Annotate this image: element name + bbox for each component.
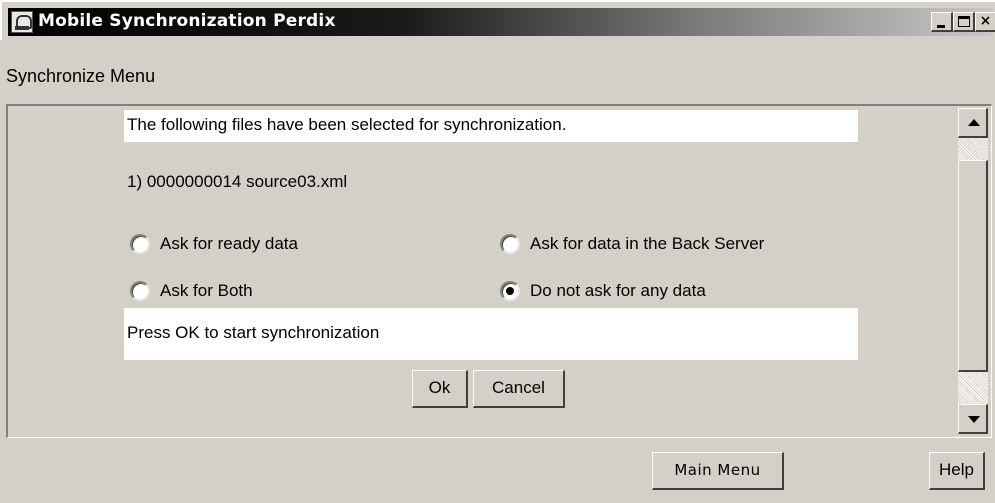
radio-do-not-ask[interactable]: Do not ask for any data [500, 281, 706, 301]
selected-files-header: The following files have been selected f… [124, 110, 858, 142]
maximize-icon [958, 16, 970, 27]
close-icon: × [979, 13, 992, 29]
title-bar[interactable]: Mobile Synchronization Perdix × [0, 0, 995, 40]
main-menu-button[interactable]: Main Menu [652, 452, 784, 490]
start-prompt: Press OK to start synchronization [124, 308, 858, 360]
file-list-item: 1) 0000000014 source03.xml [127, 172, 348, 191]
cancel-button[interactable]: Cancel [473, 370, 565, 408]
arrow-down-icon [968, 416, 980, 423]
scroll-down-button[interactable] [958, 404, 988, 434]
help-button[interactable]: Help [929, 452, 985, 490]
ok-button[interactable]: Ok [412, 370, 468, 408]
title-bar-gradient: Mobile Synchronization Perdix × [8, 8, 995, 36]
maximize-button[interactable] [953, 12, 975, 32]
radio-label: Ask for ready data [160, 234, 298, 253]
radio-button[interactable] [130, 281, 150, 301]
scroll-up-button[interactable] [958, 108, 988, 138]
radio-button-checked[interactable] [500, 281, 520, 301]
radio-ask-both[interactable]: Ask for Both [130, 281, 253, 301]
radio-ask-ready-data[interactable]: Ask for ready data [130, 234, 298, 254]
perdix-app-icon[interactable] [11, 11, 33, 33]
radio-label: Ask for data in the Back Server [530, 234, 765, 253]
close-button[interactable]: × [975, 12, 995, 32]
radio-label: Ask for Both [160, 281, 253, 300]
menu-label: Synchronize Menu [6, 66, 156, 86]
minimize-icon [937, 25, 945, 28]
vertical-scrollbar[interactable] [958, 108, 988, 434]
window-title: Mobile Synchronization Perdix [38, 11, 336, 31]
scroll-thumb[interactable] [958, 160, 988, 372]
radio-button[interactable] [130, 234, 150, 254]
sync-panel: The following files have been selected f… [6, 104, 992, 438]
radio-button[interactable] [500, 234, 520, 254]
radio-ask-back-server[interactable]: Ask for data in the Back Server [500, 234, 764, 254]
arrow-up-icon [968, 119, 980, 126]
radio-label: Do not ask for any data [530, 281, 706, 300]
minimize-button[interactable] [931, 12, 953, 32]
